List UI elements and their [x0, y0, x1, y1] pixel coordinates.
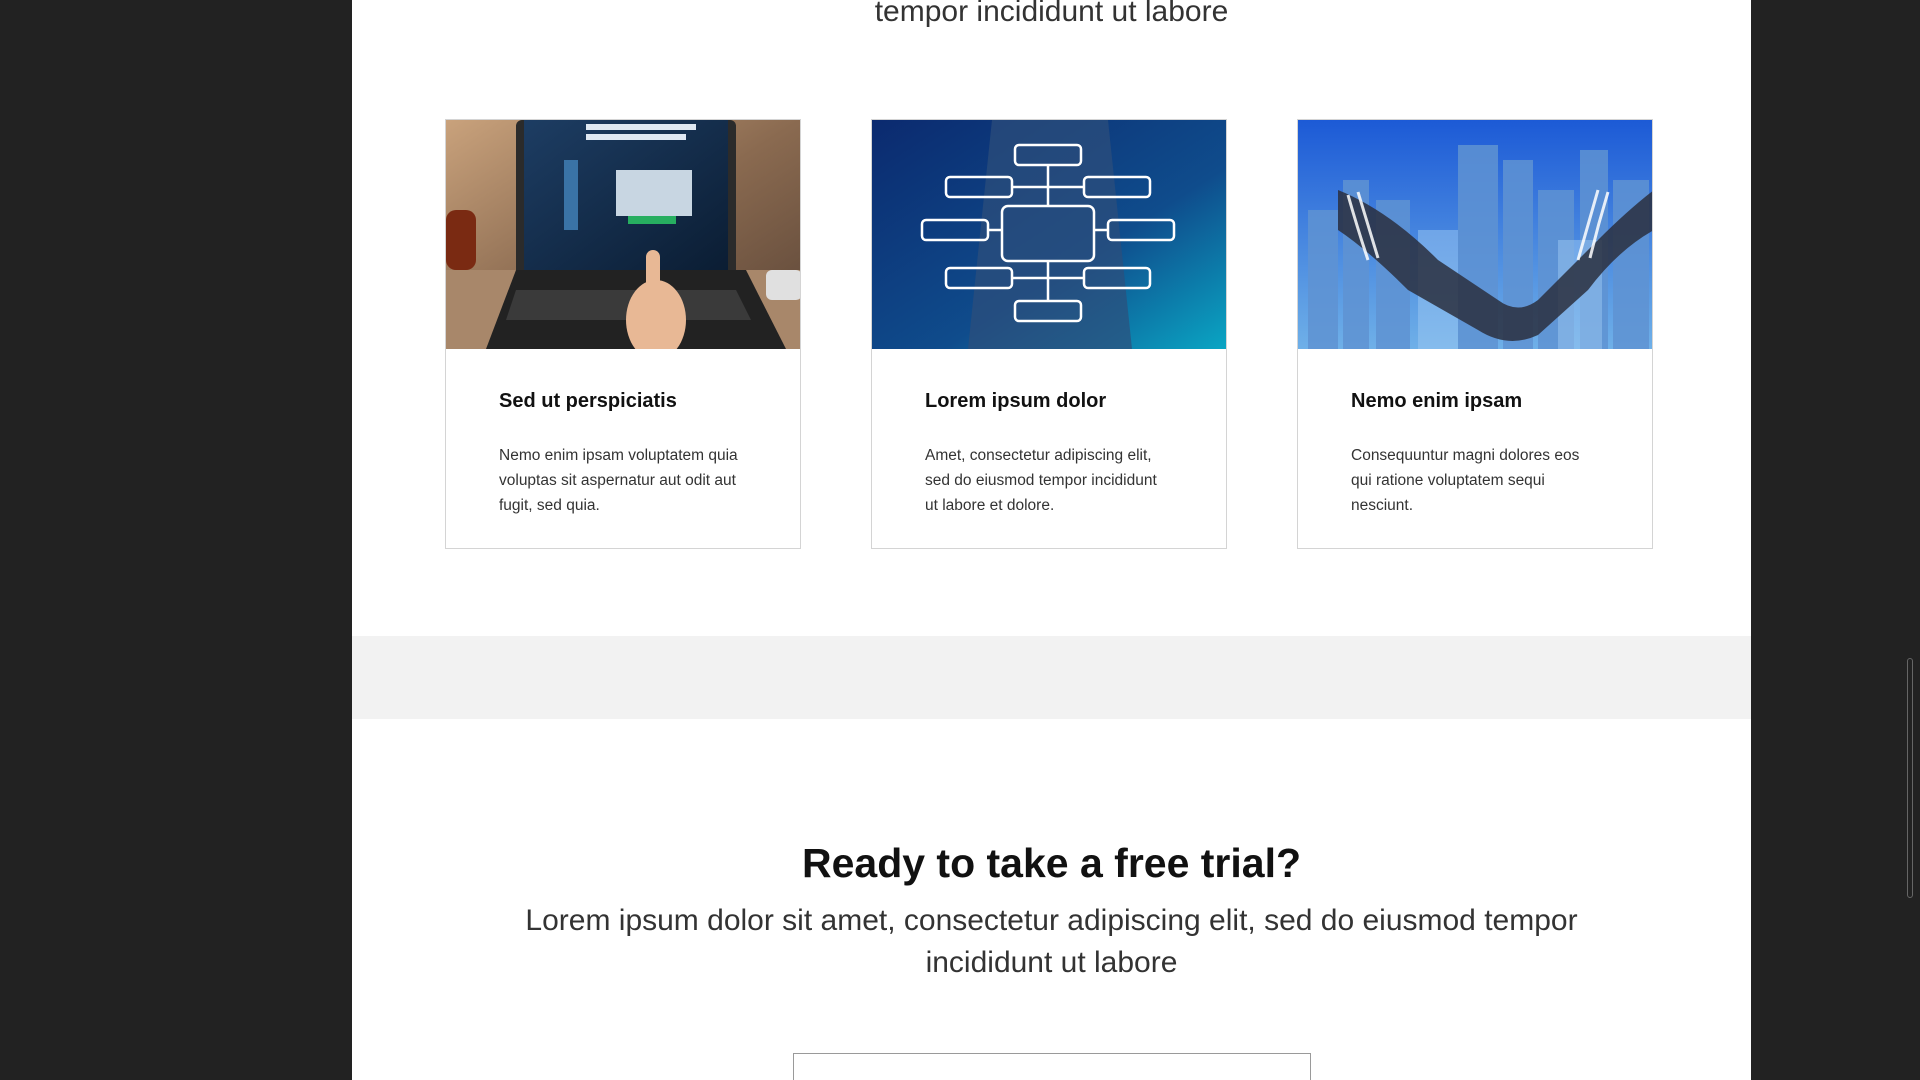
page-content: tempor incididunt ut labore Sed ut persp…	[352, 0, 1751, 1080]
feature-card: Sed ut perspiciatis Nemo enim ipsam volu…	[445, 119, 801, 549]
feature-card: Nemo enim ipsam Consequuntur magni dolor…	[1297, 119, 1653, 549]
card-title: Nemo enim ipsam	[1351, 390, 1523, 412]
handshake-city-image	[1298, 120, 1652, 349]
cta-subtitle: Lorem ipsum dolor sit amet, consectetur …	[525, 904, 1578, 979]
laptop-revenue-image	[446, 120, 800, 349]
card-text: Consequuntur magni dolores eos qui ratio…	[1351, 447, 1580, 514]
section-subtitle: tempor incididunt ut labore	[874, 0, 1229, 28]
card-title: Sed ut perspiciatis	[499, 390, 677, 412]
trial-email-input[interactable]	[793, 1053, 1311, 1080]
flowchart-businessman-image	[872, 120, 1226, 349]
card-text: Amet, consectetur adipiscing elit, sed d…	[925, 447, 1157, 514]
page-scrollbar[interactable]	[1907, 658, 1913, 898]
cta-title: Ready to take a free trial?	[801, 840, 1302, 886]
section-divider-band	[352, 636, 1751, 719]
feature-cards: Sed ut perspiciatis Nemo enim ipsam volu…	[445, 119, 1653, 549]
card-title: Lorem ipsum dolor	[925, 390, 1107, 412]
feature-card: Lorem ipsum dolor Amet, consectetur adip…	[871, 119, 1227, 549]
card-text: Nemo enim ipsam voluptatem quia voluptas…	[499, 447, 738, 514]
